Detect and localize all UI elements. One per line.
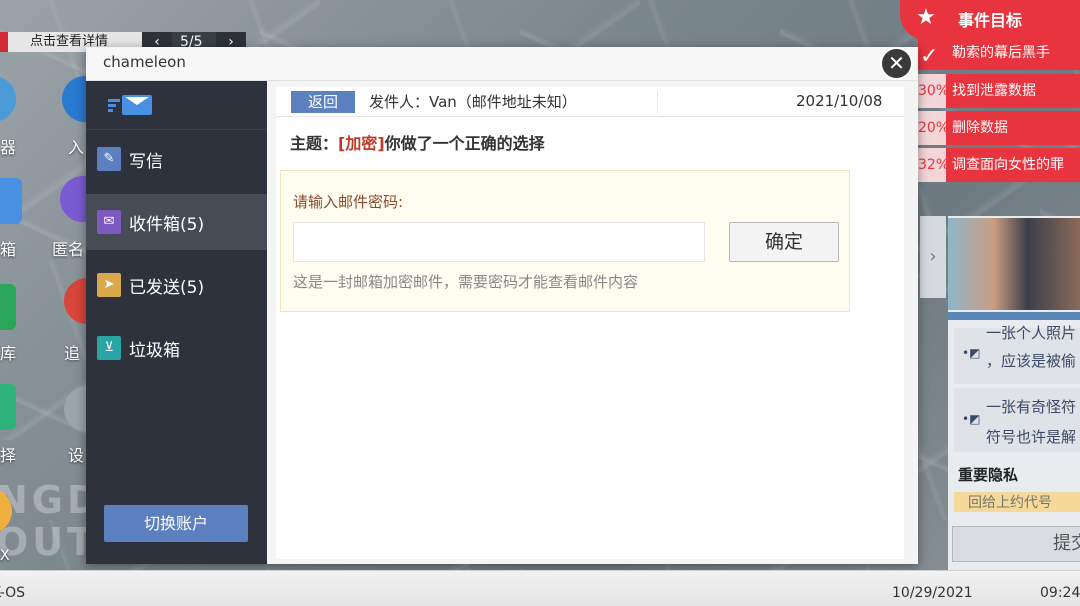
back-button[interactable]: 返回 bbox=[291, 91, 355, 113]
desktop-app-label: 入 bbox=[68, 138, 85, 157]
desktop-watermark-x: X bbox=[0, 548, 10, 564]
desktop-app-label: 择 bbox=[0, 446, 17, 465]
evidence-highlight[interactable]: 回给上约代号 bbox=[954, 492, 1080, 512]
desktop-app-label: 匿名 bbox=[52, 240, 85, 259]
taskbar-date: 10/29/2021 bbox=[892, 585, 973, 601]
event-goal-progress: 20% bbox=[918, 111, 946, 145]
event-goal-progress: 30% bbox=[918, 74, 946, 108]
evidence-section-heading: 重要隐私 bbox=[958, 466, 1019, 484]
desktop-app-label: 追 bbox=[64, 344, 81, 363]
mail-date: 2021/10/08 bbox=[796, 92, 883, 110]
evidence-panel: •◩ 一张个人照片 ，应该是被偷 •◩ 一张有奇怪符 符号也许是解 重要隐私 回… bbox=[948, 216, 1080, 570]
sidebar-item-label: 垃圾箱 bbox=[129, 341, 180, 361]
check-icon: ✓ bbox=[920, 44, 939, 69]
sidebar-item-label: 写信 bbox=[129, 152, 163, 172]
mail-sender: 发件人：Van（邮件地址未知） bbox=[369, 93, 577, 111]
evidence-item[interactable]: •◩ 一张有奇怪符 符号也许是解 bbox=[954, 388, 1080, 452]
password-label: 请输入邮件密码: bbox=[293, 193, 404, 211]
sidebar-item-trash[interactable]: ⊻ 垃圾箱 bbox=[86, 320, 267, 376]
desktop-app-icon[interactable] bbox=[0, 284, 16, 330]
evidence-item-line: 一张有奇怪符 bbox=[986, 398, 1077, 416]
event-goal-progress: 32% bbox=[918, 148, 946, 182]
event-goal-item[interactable]: 调查面向女性的罪 bbox=[946, 148, 1080, 182]
sidebar-item-label: 收件箱(5) bbox=[129, 215, 205, 235]
evidence-item-line: 一张个人照片 bbox=[986, 324, 1077, 342]
image-icon: •◩ bbox=[962, 346, 981, 360]
event-goal-label: 找到泄露数据 bbox=[952, 83, 1036, 99]
password-box: 请输入邮件密码: 确定 这是一封邮箱加密邮件，需要密码才能查看邮件内容 bbox=[280, 170, 850, 312]
event-goal-item[interactable]: 勒索的幕后黑手 bbox=[918, 36, 1080, 70]
evidence-item[interactable]: •◩ 一张个人照片 ，应该是被偷 bbox=[954, 324, 1080, 384]
evidence-photo[interactable] bbox=[948, 218, 1080, 310]
sent-icon: ➤ bbox=[97, 273, 121, 297]
mail-content: 返回 发件人：Van（邮件地址未知） 2021/10/08 主题：[加密]你做了… bbox=[276, 87, 904, 559]
mail-app-icon[interactable] bbox=[0, 178, 22, 224]
sidebar-divider bbox=[86, 129, 267, 130]
desktop-app-label: 库 bbox=[0, 344, 17, 363]
subject-prefix: 主题： bbox=[290, 134, 339, 153]
evidence-photo-strip bbox=[948, 312, 1080, 320]
compose-icon: ✎ bbox=[97, 147, 121, 171]
submit-button[interactable]: 提交 bbox=[952, 526, 1080, 562]
mail-window-title: chameleon bbox=[103, 53, 186, 71]
password-input[interactable] bbox=[293, 222, 705, 262]
desktop-app-icon[interactable] bbox=[0, 384, 16, 430]
trash-icon: ⊻ bbox=[97, 336, 121, 360]
taskbar-time: 09:24 bbox=[1040, 585, 1080, 601]
event-goals-panel: 事件目标 ★ 勒索的幕后黑手 ✓ 30% 找到泄露数据 20% 删除数据 32%… bbox=[900, 0, 1080, 190]
chevron-right-icon[interactable]: › bbox=[920, 216, 946, 298]
desktop-app-label: 箱 bbox=[0, 240, 17, 259]
sidebar-item-label: 已发送(5) bbox=[129, 278, 205, 298]
subject-text: 你做了一个正确的选择 bbox=[384, 134, 545, 153]
sidebar-item-inbox[interactable]: ✉ 收件箱(5) bbox=[86, 194, 267, 250]
password-hint: 这是一封邮箱加密邮件，需要密码才能查看邮件内容 bbox=[293, 273, 639, 291]
mail-window: chameleon ✕ ✎ 写信 ✉ 收件箱(5) ➤ 已发送(5) ⊻ 垃圾箱… bbox=[86, 47, 918, 564]
desktop-app-label: 器 bbox=[0, 138, 17, 157]
inbox-icon: ✉ bbox=[97, 210, 121, 234]
mail-titlebar: chameleon bbox=[86, 47, 918, 81]
event-goal-item[interactable]: 找到泄露数据 bbox=[946, 74, 1080, 108]
image-icon: •◩ bbox=[962, 412, 981, 426]
event-goal-label: 勒索的幕后黑手 bbox=[952, 45, 1050, 61]
evidence-item-line: 符号也许是解 bbox=[986, 428, 1077, 446]
switch-account-button[interactable]: 切换账户 bbox=[104, 505, 248, 542]
desktop-app-label: 设 bbox=[68, 446, 85, 465]
mail-sidebar: ✎ 写信 ✉ 收件箱(5) ➤ 已发送(5) ⊻ 垃圾箱 切换账户 bbox=[86, 81, 267, 564]
mail-subject: 主题：[加密]你做了一个正确的选择 bbox=[290, 130, 545, 154]
encrypted-tag: [加密] bbox=[338, 134, 385, 153]
taskbar: K-OS 10/29/2021 09:24 bbox=[0, 570, 1080, 606]
header-divider bbox=[657, 91, 658, 113]
sidebar-item-sent[interactable]: ➤ 已发送(5) bbox=[86, 257, 267, 313]
confirm-button[interactable]: 确定 bbox=[729, 222, 839, 262]
desktop-app-icon[interactable] bbox=[0, 76, 16, 122]
os-name: K-OS bbox=[0, 585, 26, 601]
sidebar-item-compose[interactable]: ✎ 写信 bbox=[86, 131, 267, 187]
mail-header: 返回 发件人：Van（邮件地址未知） 2021/10/08 bbox=[276, 87, 904, 117]
mail-logo-icon bbox=[108, 95, 158, 117]
event-goals-title: 事件目标 bbox=[958, 11, 1023, 30]
close-icon[interactable]: ✕ bbox=[880, 47, 913, 80]
evidence-item-line: ，应该是被偷 bbox=[986, 352, 1077, 370]
event-goal-label: 调查面向女性的罪 bbox=[952, 157, 1064, 173]
event-goal-item[interactable]: 删除数据 bbox=[946, 111, 1080, 145]
event-goal-label: 删除数据 bbox=[952, 120, 1008, 136]
